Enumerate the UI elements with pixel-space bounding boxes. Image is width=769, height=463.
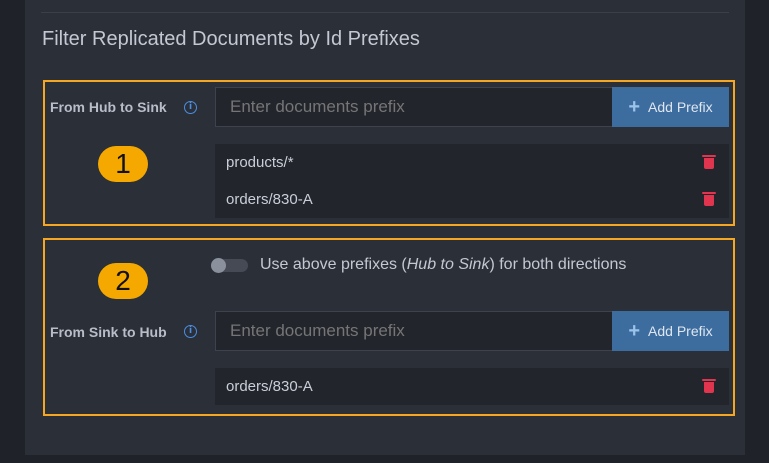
add-prefix-label: Add Prefix <box>648 323 713 339</box>
plus-icon: + <box>628 96 641 118</box>
step-badge-2: 2 <box>98 263 148 299</box>
toggle-label: Use above prefixes (Hub to Sink) for bot… <box>260 256 627 273</box>
trash-icon[interactable] <box>702 192 716 206</box>
add-prefix-label: Add Prefix <box>648 99 713 115</box>
prefix-text: orders/830-A <box>226 378 313 395</box>
use-hub-to-sink-prefixes-toggle[interactable] <box>211 258 248 273</box>
hub-to-sink-label: From Hub to Sink <box>50 99 167 115</box>
info-icon[interactable]: i <box>184 101 197 114</box>
section-heading: Filter Replicated Documents by Id Prefix… <box>42 28 420 50</box>
prefix-list-item: orders/830-A <box>215 181 729 218</box>
prefix-list-item: products/* <box>215 144 729 181</box>
hub-to-sink-add-prefix-button[interactable]: + Add Prefix <box>612 87 729 127</box>
hub-to-sink-prefix-input[interactable] <box>215 87 613 127</box>
divider <box>41 12 729 13</box>
prefix-list-item: orders/830-A <box>215 368 729 405</box>
step-badge-1: 1 <box>98 146 148 182</box>
toggle-knob <box>211 258 226 273</box>
sink-to-hub-prefix-input[interactable] <box>215 311 613 351</box>
prefix-text: orders/830-A <box>226 191 313 208</box>
sink-to-hub-add-prefix-button[interactable]: + Add Prefix <box>612 311 729 351</box>
trash-icon[interactable] <box>702 155 716 169</box>
info-icon[interactable]: i <box>184 325 197 338</box>
prefix-text: products/* <box>226 154 294 171</box>
plus-icon: + <box>628 320 641 342</box>
sink-to-hub-label: From Sink to Hub <box>50 324 167 340</box>
trash-icon[interactable] <box>702 379 716 393</box>
